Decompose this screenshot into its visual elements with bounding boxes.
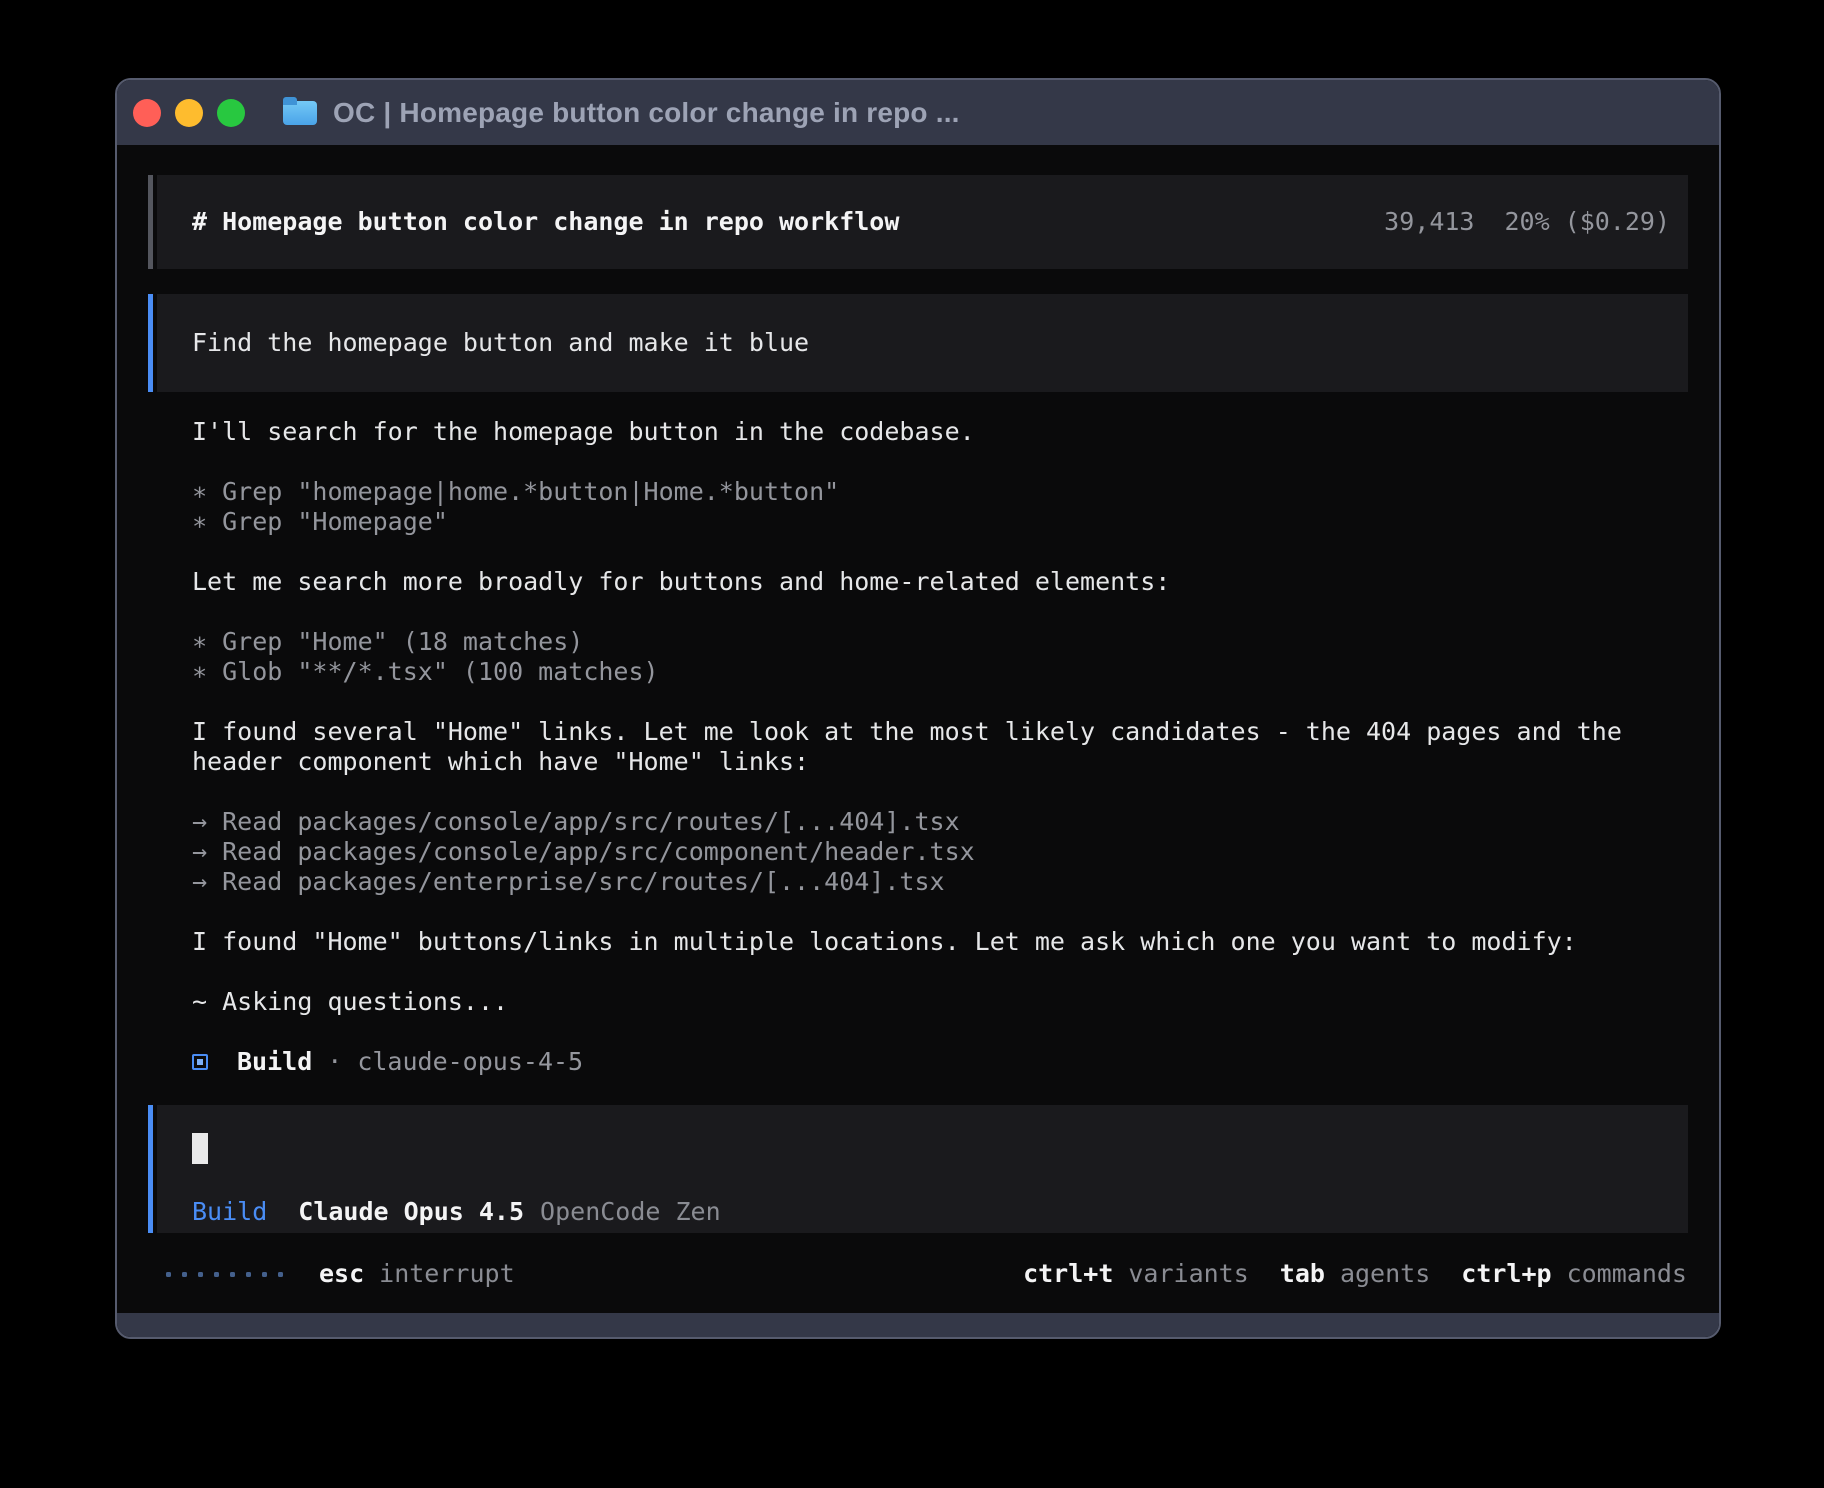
terminal-content[interactable]: # Homepage button color change in repo w… <box>117 145 1719 1313</box>
folder-icon <box>283 101 317 125</box>
fullscreen-button[interactable] <box>217 99 245 127</box>
terminal-window: OC | Homepage button color change in rep… <box>115 78 1721 1339</box>
spinner-dot <box>278 1272 283 1277</box>
assistant-text: header component which have "Home" links… <box>192 747 1719 777</box>
minimize-button[interactable] <box>175 99 203 127</box>
interrupt-label: interrupt <box>379 1259 514 1289</box>
window-title: OC | Homepage button color change in rep… <box>333 97 960 129</box>
build-agent-icon <box>192 1054 208 1070</box>
shortcut-agents: tab agents <box>1280 1259 1430 1289</box>
assistant-status: ~ Asking questions... <box>192 987 1719 1017</box>
prompt-input[interactable]: Build Claude Opus 4.5 OpenCode Zen <box>157 1105 1688 1233</box>
read-tool-call: → Read packages/enterprise/src/routes/[.… <box>192 867 1719 897</box>
window-bottom-bar <box>117 1313 1719 1337</box>
shortcut-commands: ctrl+p commands <box>1461 1259 1687 1289</box>
assistant-message: I found several "Home" links. Let me loo… <box>192 717 1719 777</box>
spinner-dot <box>166 1272 171 1277</box>
model-name[interactable]: Claude Opus 4.5 <box>298 1197 524 1227</box>
session-title: # Homepage button color change in repo w… <box>192 207 899 237</box>
spinner-dot <box>182 1272 187 1277</box>
window-titlebar[interactable]: OC | Homepage button color change in rep… <box>117 80 1719 145</box>
assistant-text: I'll search for the homepage button in t… <box>192 417 1719 447</box>
token-count: 39,413 <box>1384 207 1474 236</box>
commands-label: commands <box>1567 1259 1687 1289</box>
assistant-message: I found "Home" buttons/links in multiple… <box>192 927 1719 957</box>
spinner-dot <box>230 1272 235 1277</box>
session-cost: ($0.29) <box>1565 207 1670 236</box>
agents-label: agents <box>1340 1259 1430 1289</box>
context-percent: 20% <box>1504 207 1549 236</box>
spinner-dot <box>262 1272 267 1277</box>
shortcut-variants: ctrl+t variants <box>1023 1259 1249 1289</box>
grep-tool-call: ∗ Grep "Home" (18 matches) <box>192 627 1719 657</box>
session-header: # Homepage button color change in repo w… <box>157 175 1688 269</box>
grep-tool-call: ∗ Grep "homepage|home.*button|Home.*butt… <box>192 477 1719 507</box>
user-message-text: Find the homepage button and make it blu… <box>192 328 809 358</box>
close-button[interactable] <box>133 99 161 127</box>
assistant-text: Let me search more broadly for buttons a… <box>192 567 1719 597</box>
asking-questions-status: ~ Asking questions... <box>192 987 1719 1017</box>
assistant-message: Let me search more broadly for buttons a… <box>192 567 1719 597</box>
read-tool-call: → Read packages/console/app/src/componen… <box>192 837 1719 867</box>
agent-name: Build <box>237 1047 312 1077</box>
tab-key-hint: tab <box>1280 1259 1325 1289</box>
ctrl-t-key-hint: ctrl+t <box>1023 1259 1113 1289</box>
glob-tool-call: ∗ Glob "**/*.tsx" (100 matches) <box>192 657 1719 687</box>
read-tool-call: → Read packages/console/app/src/routes/[… <box>192 807 1719 837</box>
status-bar: esc interrupt ctrl+t variants tab agents… <box>166 1259 1687 1289</box>
assistant-text: I found "Home" buttons/links in multiple… <box>192 927 1719 957</box>
grep-tool-call: ∗ Grep "Homepage" <box>192 507 1719 537</box>
separator-dot: · <box>327 1047 342 1077</box>
spinner-dot <box>198 1272 203 1277</box>
ctrl-p-key-hint: ctrl+p <box>1461 1259 1551 1289</box>
spinner-dot <box>214 1272 219 1277</box>
input-status-row: Build Claude Opus 4.5 OpenCode Zen <box>192 1197 1688 1227</box>
agent-model: claude-opus-4-5 <box>357 1047 583 1077</box>
spinner-dots <box>166 1272 283 1277</box>
status-bar-right: ctrl+t variants tab agents ctrl+p comman… <box>1023 1259 1687 1289</box>
status-bar-left: esc interrupt <box>166 1259 515 1289</box>
user-message: Find the homepage button and make it blu… <box>157 294 1688 392</box>
tool-call-group: → Read packages/console/app/src/routes/[… <box>192 807 1719 897</box>
session-stats: 39,413 20% ($0.29) <box>1384 207 1670 237</box>
variants-label: variants <box>1128 1259 1248 1289</box>
provider-name: OpenCode Zen <box>540 1197 721 1227</box>
agent-status-line: Build · claude-opus-4-5 <box>192 1047 1719 1077</box>
tool-call-group: ∗ Grep "Home" (18 matches) ∗ Glob "**/*.… <box>192 627 1719 687</box>
spinner-dot <box>246 1272 251 1277</box>
text-cursor <box>192 1133 208 1164</box>
conversation-log: I'll search for the homepage button in t… <box>117 392 1719 1077</box>
tool-call-group: ∗ Grep "homepage|home.*button|Home.*butt… <box>192 477 1719 537</box>
agent-mode-label[interactable]: Build <box>192 1197 267 1227</box>
esc-key-hint: esc <box>319 1259 364 1289</box>
assistant-message: I'll search for the homepage button in t… <box>192 417 1719 447</box>
assistant-text: I found several "Home" links. Let me loo… <box>192 717 1719 747</box>
